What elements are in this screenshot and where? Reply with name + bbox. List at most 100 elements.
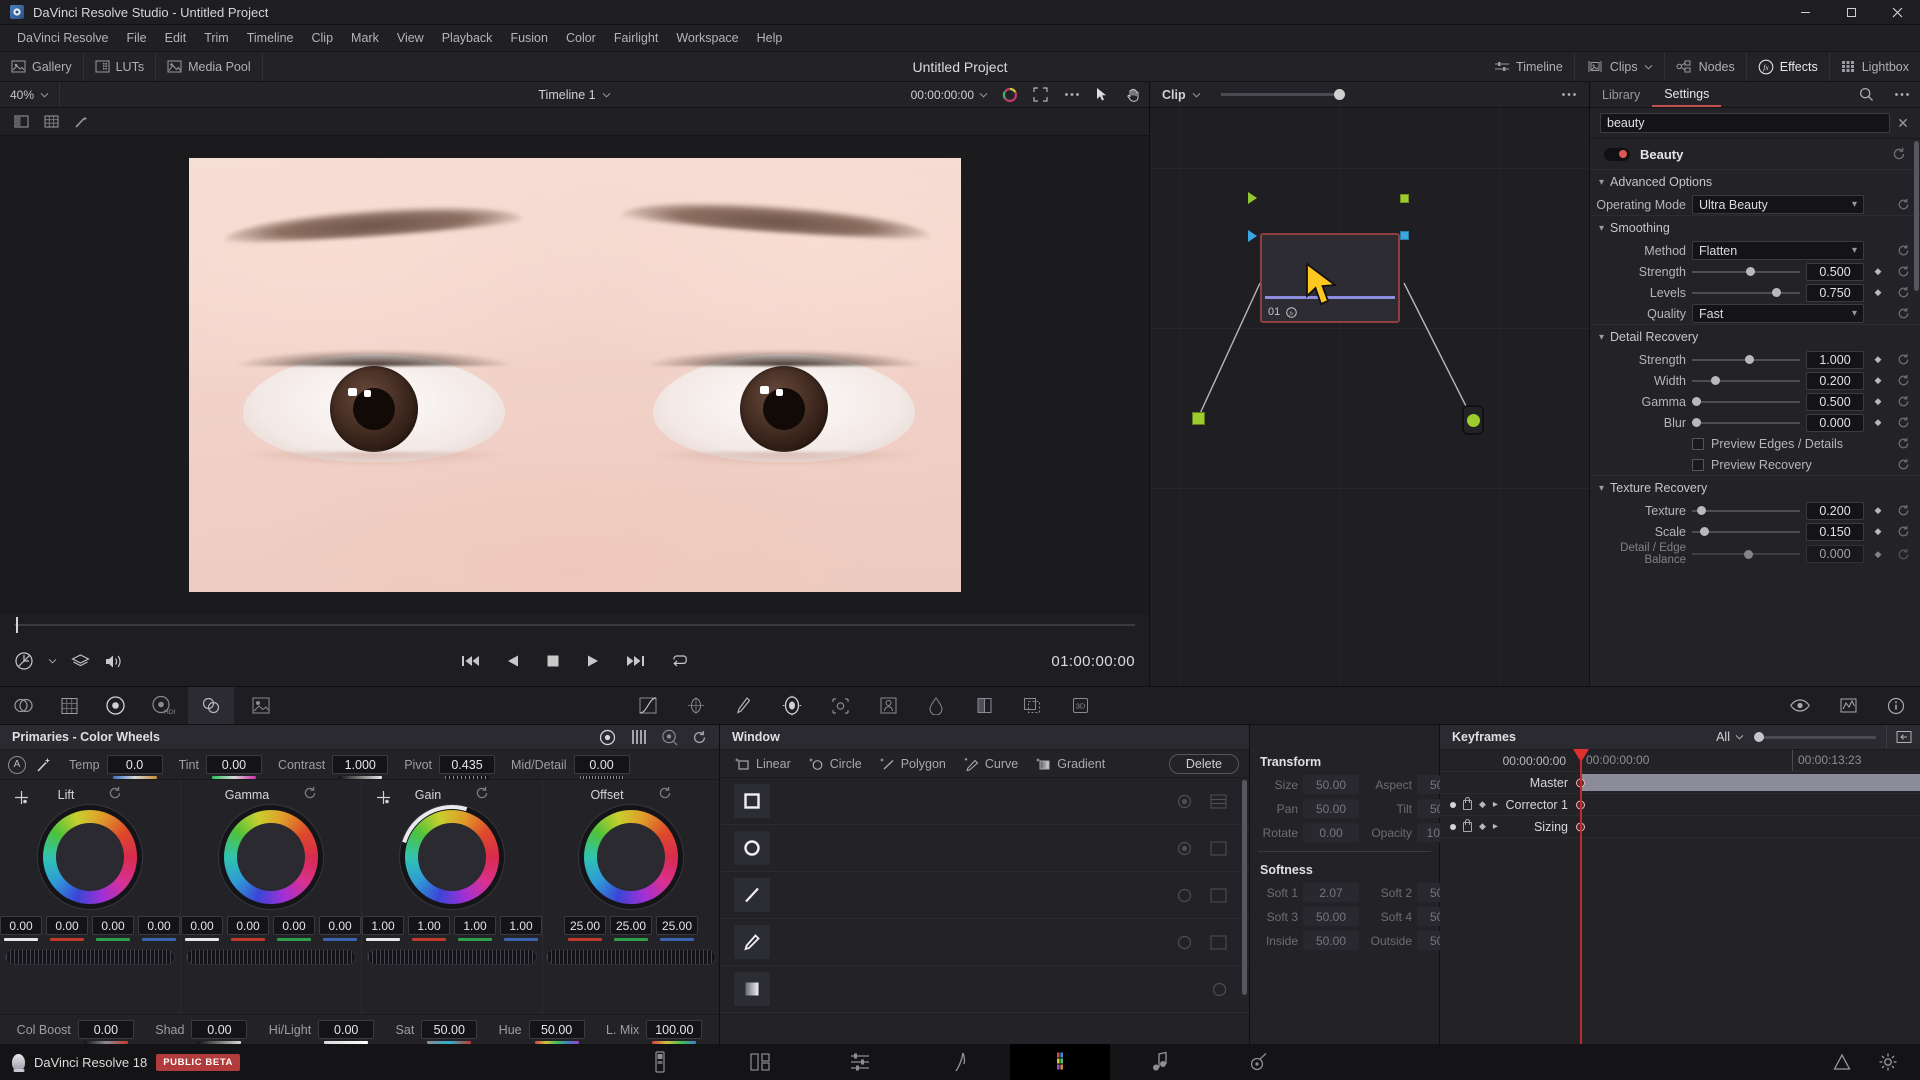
menu-clip[interactable]: Clip xyxy=(303,25,343,52)
section-advanced-options[interactable]: ▾ Advanced Options xyxy=(1590,169,1920,194)
window-invert-icon[interactable] xyxy=(1177,841,1192,856)
window-invert-icon[interactable] xyxy=(1177,935,1192,950)
hue-box[interactable]: 50.00 xyxy=(528,1020,585,1044)
blur-value[interactable]: 0.000 xyxy=(1806,413,1864,432)
tint-box[interactable]: 0.00 xyxy=(205,755,262,779)
media-pool-button[interactable]: Media Pool xyxy=(156,52,263,81)
bypass-color-grades-icon[interactable] xyxy=(14,651,34,671)
smoothing-strength-value[interactable]: 0.500 xyxy=(1806,262,1864,281)
detail-strength-slider[interactable] xyxy=(1692,353,1800,367)
offset-r-value-cell[interactable]: 25.00 xyxy=(564,916,606,941)
hi-light-box[interactable]: 0.00 xyxy=(318,1020,375,1044)
effect-reset-icon[interactable] xyxy=(1892,147,1906,161)
lightbox-toggle-button[interactable]: Lightbox xyxy=(1830,52,1920,81)
tracker-icon[interactable] xyxy=(816,687,864,724)
keyframes-ruler-track[interactable]: 00:00:00:00 00:00:13:23 xyxy=(1580,750,1920,771)
add-gradient-window-button[interactable]: Gradient xyxy=(1027,757,1114,771)
lift-y-value-cell[interactable]: 0.00 xyxy=(0,916,42,941)
motion-effects-icon[interactable] xyxy=(234,687,288,724)
minimize-button[interactable] xyxy=(1782,0,1828,25)
curves-icon[interactable] xyxy=(624,687,672,724)
chevron-right-icon[interactable]: ▸ xyxy=(1493,821,1498,832)
window-row-square[interactable] xyxy=(720,778,1249,825)
sizing-lock-icon[interactable] xyxy=(1463,818,1472,832)
detail-strength-value[interactable]: 1.000 xyxy=(1806,350,1864,369)
node-scope-dropdown[interactable]: Clip xyxy=(1150,88,1213,102)
preview-edges-checkbox[interactable] xyxy=(1692,437,1704,450)
stereo-3d-icon[interactable]: 3D xyxy=(1056,687,1104,724)
layers-icon[interactable] xyxy=(71,653,90,669)
scopes-icon[interactable] xyxy=(1824,687,1872,724)
slider-knob[interactable] xyxy=(1746,267,1755,276)
node-graph-output[interactable] xyxy=(1462,405,1484,435)
menu-fusion[interactable]: Fusion xyxy=(501,25,557,52)
clear-search-icon[interactable]: ✕ xyxy=(1896,115,1910,132)
detail-strength-keyframe-icon[interactable]: ◆ xyxy=(1870,354,1886,365)
color-match-icon[interactable] xyxy=(46,687,92,724)
auto-balance-button[interactable]: A xyxy=(8,755,26,774)
gamma-g-value-cell[interactable]: 0.00 xyxy=(273,916,315,941)
timeline-toggle-button[interactable]: Timeline xyxy=(1483,52,1575,81)
corrector-1-lock-icon[interactable] xyxy=(1463,796,1472,810)
effect-enable-toggle[interactable] xyxy=(1604,147,1630,161)
keyframes-zoom-knob[interactable] xyxy=(1754,731,1764,742)
blur-icon[interactable] xyxy=(912,687,960,724)
node-01-key-output-port[interactable] xyxy=(1400,231,1409,240)
menu-view[interactable]: View xyxy=(388,25,433,52)
width-value[interactable]: 0.200 xyxy=(1806,371,1864,390)
section-texture-recovery[interactable]: ▾ Texture Recovery xyxy=(1590,475,1920,500)
inside-value[interactable]: 50.00 xyxy=(1303,931,1359,950)
detail-edge-balance-slider[interactable] xyxy=(1692,547,1800,561)
slider-knob[interactable] xyxy=(1743,549,1753,559)
slider-knob[interactable] xyxy=(1692,418,1701,427)
add-linear-window-button[interactable]: Linear xyxy=(726,757,800,771)
window-list[interactable] xyxy=(720,778,1249,1044)
window-row-circle[interactable] xyxy=(720,825,1249,872)
window-row-line[interactable] xyxy=(720,872,1249,919)
slider-knob[interactable] xyxy=(1711,376,1721,385)
add-polygon-window-button[interactable]: Polygon xyxy=(871,757,955,771)
lift-wheel-handle[interactable] xyxy=(85,852,95,862)
quality-dropdown[interactable]: Fast ▾ xyxy=(1692,304,1864,323)
gamma-r-value-cell[interactable]: 0.00 xyxy=(227,916,269,941)
square-shape-icon[interactable] xyxy=(734,784,770,818)
menu-timeline[interactable]: Timeline xyxy=(238,25,303,52)
cut-page-button[interactable] xyxy=(710,1044,810,1080)
color-wheels-mode-icon[interactable] xyxy=(599,729,616,746)
grid-overlay-icon[interactable] xyxy=(38,111,64,133)
node-graph-source[interactable] xyxy=(1192,412,1205,425)
corrector-1-keyframe-icon[interactable]: ◆ xyxy=(1479,799,1486,810)
texture-keyframe-icon[interactable]: ◆ xyxy=(1870,505,1886,516)
maximize-button[interactable] xyxy=(1828,0,1874,25)
loop-button[interactable] xyxy=(671,654,689,668)
tab-settings[interactable]: Settings xyxy=(1652,82,1722,107)
chevron-down-icon[interactable] xyxy=(48,658,57,664)
lift-ridge-slider[interactable] xyxy=(5,949,175,965)
gamma-ridge-slider[interactable] xyxy=(186,949,356,965)
node-options-icon[interactable] xyxy=(1549,82,1589,107)
hdr-wheels-icon[interactable]: HDR xyxy=(138,687,188,724)
levels-keyframe-icon[interactable]: ◆ xyxy=(1870,287,1886,298)
gain-reset-icon[interactable] xyxy=(475,786,489,803)
color-page-button[interactable] xyxy=(1010,1044,1110,1080)
media-page-button[interactable] xyxy=(610,1044,710,1080)
chevron-right-icon[interactable]: ▸ xyxy=(1493,799,1498,810)
menu-playback[interactable]: Playback xyxy=(433,25,502,52)
sizing-icon[interactable] xyxy=(1008,687,1056,724)
color-wheels-icon[interactable] xyxy=(92,687,138,724)
gain-g-value-cell[interactable]: 1.00 xyxy=(454,916,496,941)
keyframe-row-sizing[interactable]: ◆ ▸ Sizing xyxy=(1440,816,1920,838)
clip-bypass-icon[interactable] xyxy=(1776,687,1824,724)
line-shape-icon[interactable] xyxy=(734,878,770,912)
search-icon[interactable] xyxy=(1848,82,1884,107)
effects-panel-options-icon[interactable] xyxy=(1884,82,1920,107)
offset-b-value-cell[interactable]: 25.00 xyxy=(656,916,698,941)
power-window-icon[interactable] xyxy=(768,687,816,724)
width-slider[interactable] xyxy=(1692,374,1800,388)
pivot-box[interactable]: 0.435 xyxy=(439,755,495,779)
node-01[interactable]: 01 fx xyxy=(1260,233,1400,323)
slider-knob[interactable] xyxy=(1744,355,1754,364)
offset-ridge-slider[interactable] xyxy=(546,949,716,965)
stop-button[interactable] xyxy=(546,654,560,668)
preview-edges-reset-icon[interactable] xyxy=(1892,437,1914,450)
